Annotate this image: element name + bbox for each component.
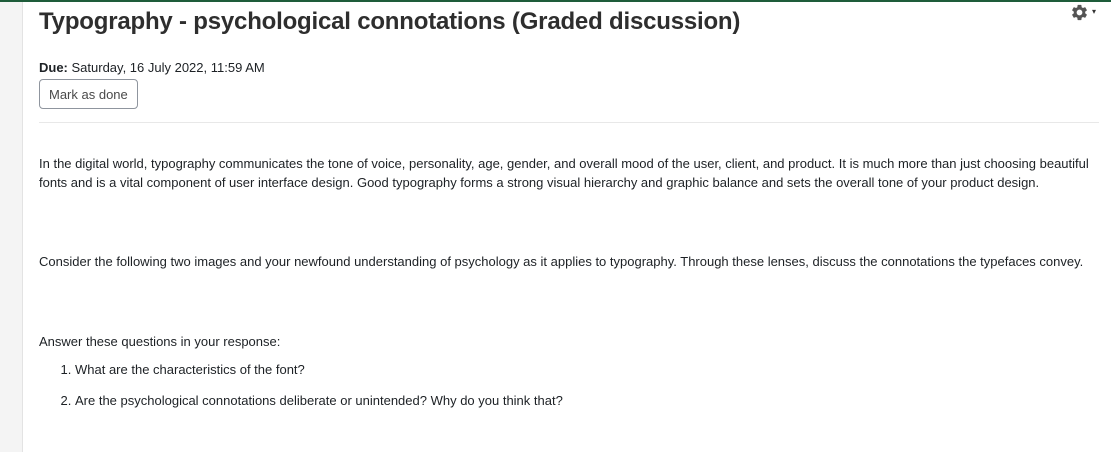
list-item: Are the psychological connotations delib… bbox=[75, 392, 563, 410]
top-accent-bar bbox=[0, 0, 1111, 2]
questions-list: What are the characteristics of the font… bbox=[61, 361, 563, 423]
description-paragraph-2: Consider the following two images and yo… bbox=[39, 254, 1084, 269]
description-paragraph-1: In the digital world, typography communi… bbox=[39, 156, 1089, 190]
list-item: What are the characteristics of the font… bbox=[75, 361, 563, 379]
description-paragraph-3: Answer these questions in your response: bbox=[39, 334, 281, 349]
due-label: Due: bbox=[39, 60, 68, 75]
mark-as-done-button[interactable]: Mark as done bbox=[39, 79, 138, 109]
due-value: Saturday, 16 July 2022, 11:59 AM bbox=[67, 60, 265, 75]
left-drawer-gutter bbox=[0, 2, 23, 452]
settings-menu[interactable]: ▾ bbox=[1070, 2, 1106, 22]
gear-icon[interactable] bbox=[1070, 3, 1089, 22]
page-title: Typography - psychological connotations … bbox=[39, 8, 741, 35]
chevron-down-icon[interactable]: ▾ bbox=[1092, 8, 1096, 16]
due-date: Due: Saturday, 16 July 2022, 11:59 AM bbox=[39, 60, 265, 75]
divider bbox=[39, 122, 1099, 123]
